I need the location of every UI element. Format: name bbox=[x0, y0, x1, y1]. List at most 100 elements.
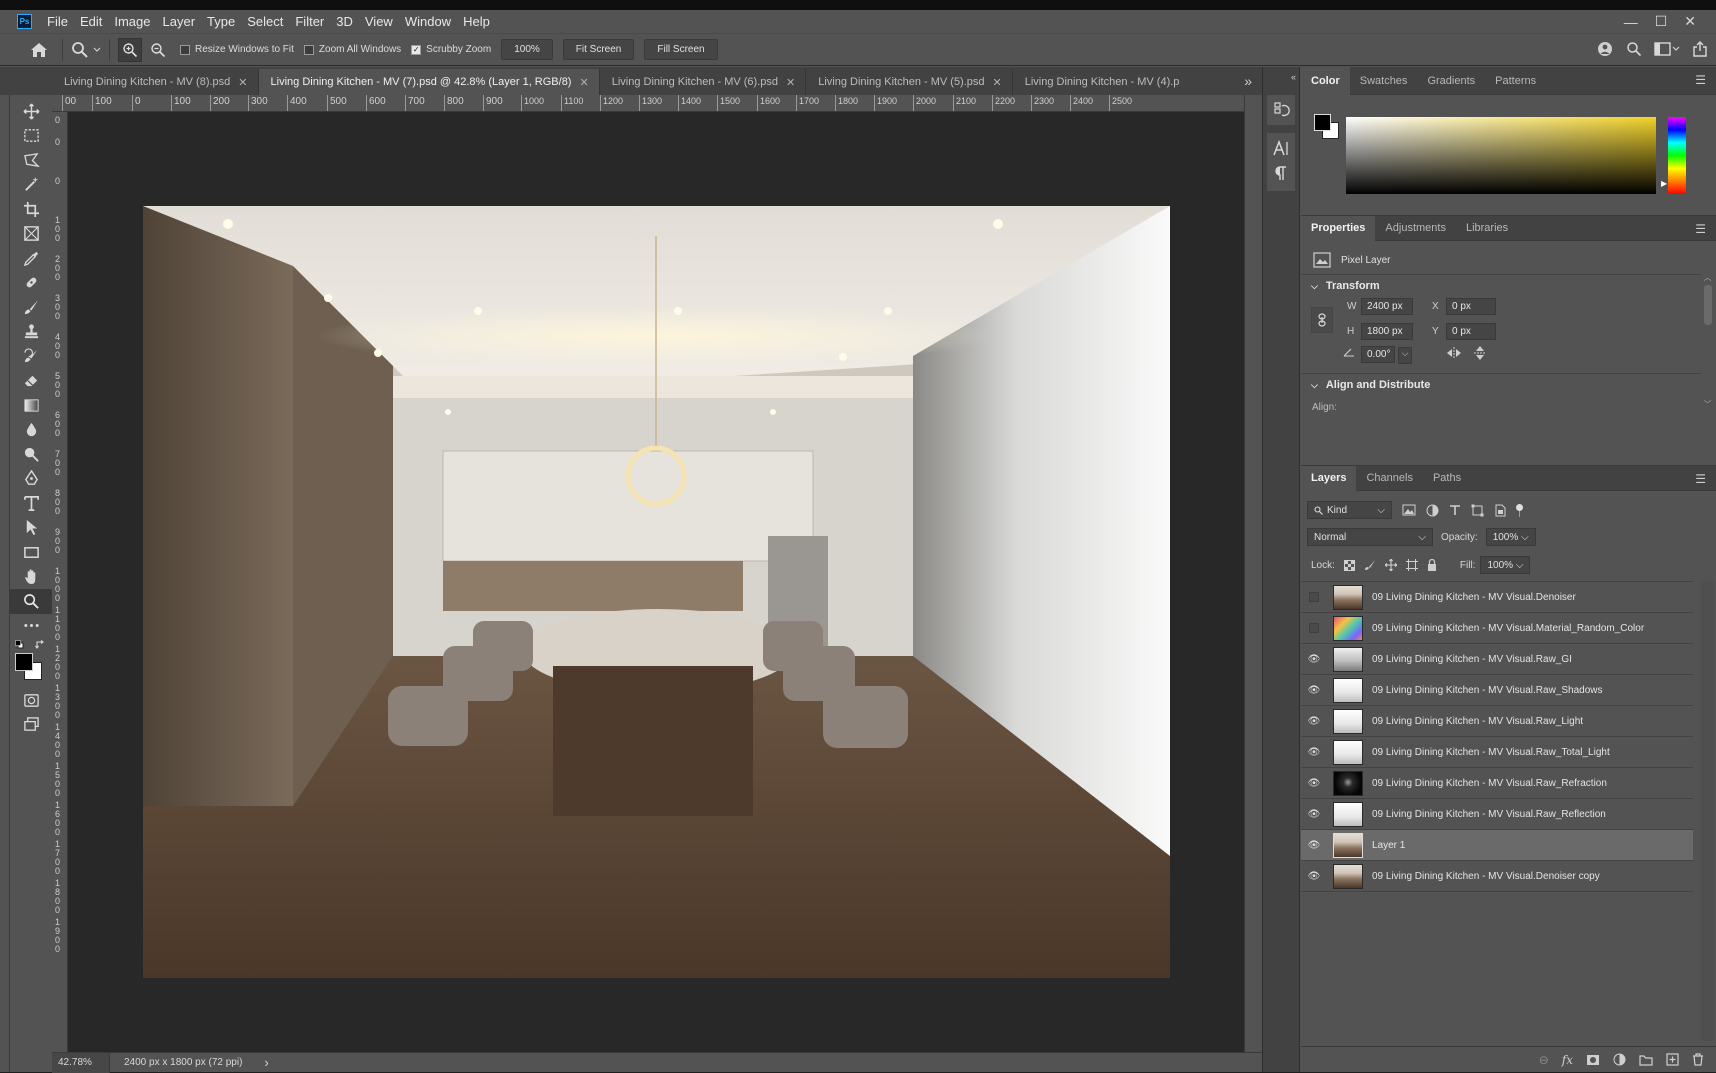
layer-name[interactable]: 09 Living Dining Kitchen - MV Visual.Raw… bbox=[1372, 809, 1606, 820]
y-field[interactable]: 0 px bbox=[1446, 323, 1496, 340]
home-button[interactable] bbox=[24, 38, 54, 62]
layer-row[interactable]: 👁 09 Living Dining Kitchen - MV Visual.Ra… bbox=[1301, 737, 1693, 768]
panel-menu-icon[interactable]: ☰ bbox=[1695, 222, 1706, 236]
tab-gradients[interactable]: Gradients bbox=[1417, 67, 1485, 95]
zoom-tool[interactable] bbox=[10, 589, 52, 614]
share-icon[interactable] bbox=[1692, 41, 1708, 57]
tab-patterns[interactable]: Patterns bbox=[1485, 67, 1546, 95]
new-group-icon[interactable] bbox=[1639, 1054, 1653, 1066]
filter-pixel-icon[interactable] bbox=[1402, 504, 1416, 516]
new-layer-icon[interactable] bbox=[1666, 1053, 1679, 1066]
angle-field[interactable]: 0.00° bbox=[1361, 346, 1395, 363]
layer-name[interactable]: 09 Living Dining Kitchen - MV Visual.Raw… bbox=[1372, 747, 1610, 758]
menu-view[interactable]: View bbox=[359, 10, 399, 33]
add-mask-icon[interactable] bbox=[1586, 1054, 1600, 1066]
panel-menu-icon[interactable]: ☰ bbox=[1695, 472, 1706, 486]
layer-name[interactable]: 09 Living Dining Kitchen - MV Visual.Raw… bbox=[1372, 716, 1583, 727]
history-brush-tool[interactable] bbox=[10, 344, 52, 369]
visibility-eye-icon[interactable]: 👁 bbox=[1301, 716, 1327, 727]
maximize-button[interactable]: ☐ bbox=[1655, 13, 1668, 30]
scrubby-zoom-option[interactable]: ✓ Scrubby Zoom bbox=[411, 44, 491, 55]
visibility-eye-icon[interactable]: 👁 bbox=[1301, 654, 1327, 665]
layer-name[interactable]: 09 Living Dining Kitchen - MV Visual.Den… bbox=[1372, 592, 1576, 603]
menu-image[interactable]: Image bbox=[108, 10, 156, 33]
canvas-vertical-scrollbar[interactable] bbox=[1244, 95, 1262, 1052]
layer-name[interactable]: 09 Living Dining Kitchen - MV Visual.Raw… bbox=[1372, 654, 1572, 665]
close-tab-icon[interactable]: ✕ bbox=[993, 76, 1002, 89]
lock-all-icon[interactable] bbox=[1427, 559, 1437, 571]
crop-tool[interactable] bbox=[10, 197, 52, 222]
tab-properties[interactable]: Properties bbox=[1301, 215, 1376, 241]
fg-color-chip[interactable] bbox=[1314, 114, 1331, 131]
brush-tool[interactable] bbox=[10, 295, 52, 320]
marquee-tool[interactable] bbox=[10, 124, 52, 149]
clone-stamp-tool[interactable] bbox=[10, 320, 52, 345]
fit-screen-button[interactable]: Fit Screen bbox=[562, 39, 635, 60]
zoom-out-button[interactable] bbox=[146, 38, 170, 62]
menu-edit[interactable]: Edit bbox=[74, 10, 108, 33]
layer-row[interactable]: 👁 09 Living Dining Kitchen - MV Visual.De… bbox=[1301, 861, 1693, 892]
path-selection-tool[interactable] bbox=[10, 516, 52, 541]
layer-row[interactable]: 👁 Layer 1 bbox=[1301, 830, 1693, 861]
doc-tab-active[interactable]: Living Dining Kitchen - MV (7).psd @ 42.… bbox=[258, 69, 600, 95]
visibility-eye-icon[interactable]: 👁 bbox=[1301, 747, 1327, 758]
layer-name[interactable]: 09 Living Dining Kitchen - MV Visual.Mat… bbox=[1372, 623, 1644, 634]
screen-mode-button[interactable] bbox=[10, 713, 52, 738]
hue-slider[interactable] bbox=[1668, 117, 1686, 194]
filter-toggle[interactable] bbox=[1516, 503, 1523, 517]
document-canvas[interactable] bbox=[68, 112, 1244, 1052]
visibility-eye-icon[interactable]: 👁 bbox=[1301, 778, 1327, 789]
filter-type-icon[interactable] bbox=[1449, 504, 1461, 516]
filter-adjustment-icon[interactable] bbox=[1426, 504, 1439, 517]
zoom-all-windows-checkbox[interactable] bbox=[303, 44, 314, 55]
doc-tab[interactable]: Living Dining Kitchen - MV (6).psd ✕ bbox=[599, 69, 807, 95]
gradient-tool[interactable] bbox=[10, 393, 52, 418]
zoom-percent-button[interactable]: 100% bbox=[501, 39, 553, 60]
layer-row[interactable]: 👁 09 Living Dining Kitchen - MV Visual.Ra… bbox=[1301, 799, 1693, 830]
panel-menu-icon[interactable]: ☰ bbox=[1695, 73, 1706, 87]
search-icon[interactable] bbox=[1626, 41, 1642, 57]
doc-tab[interactable]: Living Dining Kitchen - MV (5).psd ✕ bbox=[806, 69, 1013, 95]
blur-tool[interactable] bbox=[10, 418, 52, 443]
lock-transparent-icon[interactable] bbox=[1343, 559, 1355, 571]
history-icon[interactable] bbox=[1272, 101, 1290, 119]
doc-tab[interactable]: Living Dining Kitchen - MV (4).p bbox=[1012, 69, 1190, 95]
visibility-eye-icon[interactable]: 👁 bbox=[1301, 809, 1327, 820]
eyedropper-tool[interactable] bbox=[10, 246, 52, 271]
lock-artboard-icon[interactable] bbox=[1405, 559, 1418, 571]
layer-row[interactable]: 👁 09 Living Dining Kitchen - MV Visual.Ra… bbox=[1301, 768, 1693, 799]
close-tab-icon[interactable]: ✕ bbox=[786, 76, 795, 89]
minimize-button[interactable]: — bbox=[1624, 14, 1638, 30]
learn-icon[interactable] bbox=[1596, 40, 1614, 58]
layer-name[interactable]: Layer 1 bbox=[1372, 840, 1405, 851]
lock-position-icon[interactable] bbox=[1384, 559, 1397, 571]
visibility-toggle-off[interactable] bbox=[1309, 592, 1319, 602]
more-tools[interactable] bbox=[10, 614, 52, 639]
default-colors-icon[interactable] bbox=[15, 640, 24, 649]
delete-layer-icon[interactable] bbox=[1692, 1053, 1704, 1066]
layer-row[interactable]: 09 Living Dining Kitchen - MV Visual.Mat… bbox=[1301, 613, 1693, 644]
visibility-eye-icon[interactable]: 👁 bbox=[1301, 871, 1327, 882]
quick-mask-button[interactable] bbox=[10, 688, 52, 713]
flip-horizontal-icon[interactable] bbox=[1446, 346, 1462, 360]
menu-type[interactable]: Type bbox=[201, 10, 241, 33]
menu-help[interactable]: Help bbox=[457, 10, 496, 33]
zoom-tool-preset[interactable] bbox=[71, 41, 101, 59]
visibility-eye-icon[interactable]: 👁 bbox=[1301, 840, 1327, 851]
flip-vertical-icon[interactable] bbox=[1473, 345, 1487, 361]
close-tab-icon[interactable]: ✕ bbox=[579, 76, 588, 89]
blend-mode-dropdown[interactable]: Normal ⌵ bbox=[1307, 528, 1433, 546]
opacity-field[interactable]: 100% ⌵ bbox=[1485, 528, 1536, 546]
link-layers-icon[interactable]: ⊖ bbox=[1539, 1053, 1549, 1067]
menu-select[interactable]: Select bbox=[241, 10, 289, 33]
visibility-toggle-off[interactable] bbox=[1309, 623, 1319, 633]
angle-dropdown-icon[interactable]: ⌵ bbox=[1398, 347, 1412, 364]
layer-row[interactable]: 👁 09 Living Dining Kitchen - MV Visual.Ra… bbox=[1301, 644, 1693, 675]
menu-3d[interactable]: 3D bbox=[330, 10, 359, 33]
swap-colors-icon[interactable] bbox=[35, 640, 45, 650]
properties-scrollbar[interactable]: ︿ ﹀ bbox=[1702, 272, 1713, 412]
align-section-header[interactable]: ⌵ Align and Distribute bbox=[1311, 379, 1430, 391]
width-field[interactable]: 2400 px bbox=[1361, 298, 1413, 315]
resize-windows-option[interactable]: Resize Windows to Fit bbox=[180, 44, 294, 55]
tabs-overflow-button[interactable]: » bbox=[1244, 69, 1252, 95]
